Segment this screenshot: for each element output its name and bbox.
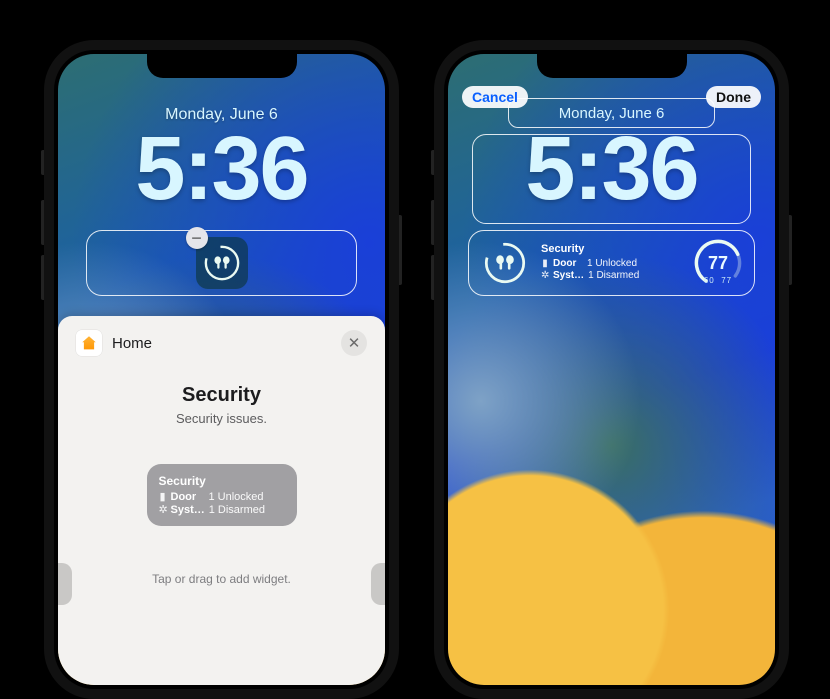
security-row: ▮ Door 1 Unlocked bbox=[541, 258, 682, 271]
widget-picker-sheet: Home ✕ Security Security issues. Securit… bbox=[58, 316, 385, 685]
widget-shelf[interactable]: − bbox=[86, 230, 357, 296]
airpods-icon bbox=[203, 244, 241, 282]
security-widget[interactable]: Security ▮ Door 1 Unlocked ✲ Syst… 1 Dis… bbox=[539, 237, 684, 289]
remove-widget-button[interactable]: − bbox=[186, 227, 208, 249]
lock-screen-editor: Cancel Done Monday, June 6 5:36 bbox=[448, 54, 775, 685]
lock-screen-time: 5:36 bbox=[58, 118, 385, 221]
airpods-widget[interactable] bbox=[479, 237, 531, 289]
airpods-widget[interactable]: − bbox=[196, 237, 248, 289]
notch bbox=[147, 50, 297, 78]
done-button[interactable]: Done bbox=[706, 86, 761, 108]
phone-left: Monday, June 6 5:36 − bbox=[44, 40, 399, 699]
widget-preview-card[interactable]: Security ▮ Door 1 Unlocked ✲ Syst… 1 Dis… bbox=[147, 464, 297, 526]
lock-screen-time: 5:36 bbox=[448, 118, 775, 221]
lock-screen-editor: Monday, June 6 5:36 − bbox=[58, 54, 385, 685]
preview-row: ▮ Door 1 Unlocked bbox=[159, 490, 285, 503]
cancel-button[interactable]: Cancel bbox=[462, 86, 528, 108]
gauge-range: 60 77 bbox=[704, 276, 732, 285]
preview-row: ✲ Syst… 1 Disarmed bbox=[159, 503, 285, 516]
sheet-hint: Tap or drag to add widget. bbox=[76, 572, 367, 586]
weather-gauge-widget[interactable]: 77 60 77 bbox=[692, 237, 744, 289]
preview-title: Security bbox=[159, 474, 285, 488]
security-row: ✲ Syst… 1 Disarmed bbox=[541, 270, 682, 283]
pager-next[interactable] bbox=[371, 563, 385, 605]
pager-prev[interactable] bbox=[58, 563, 72, 605]
notch bbox=[537, 50, 687, 78]
widget-heading: Security bbox=[76, 384, 367, 407]
phone-right: Cancel Done Monday, June 6 5:36 bbox=[434, 40, 789, 699]
widget-subheading: Security issues. bbox=[76, 411, 367, 426]
widget-shelf[interactable]: Security ▮ Door 1 Unlocked ✲ Syst… 1 Dis… bbox=[468, 230, 755, 296]
sheet-app-label: Home bbox=[112, 335, 152, 352]
security-widget-title: Security bbox=[541, 243, 682, 257]
home-app-icon bbox=[76, 330, 102, 356]
airpods-icon bbox=[483, 241, 527, 285]
close-sheet-button[interactable]: ✕ bbox=[341, 330, 367, 356]
